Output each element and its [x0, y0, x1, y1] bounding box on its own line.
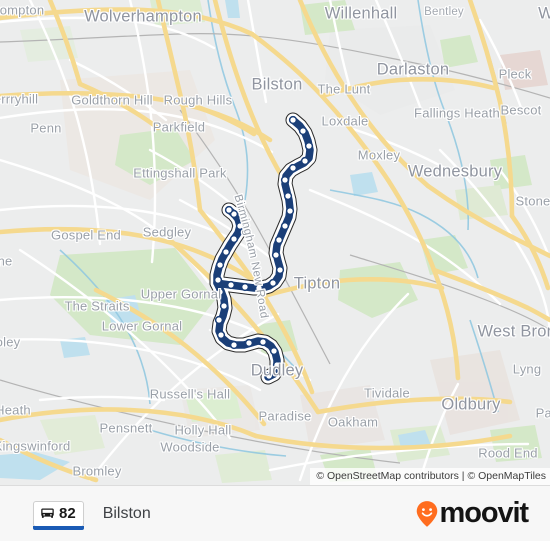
route-stop-marker[interactable]	[274, 235, 284, 245]
route-footer-bar: 82 Bilston moovit	[0, 485, 550, 541]
route-stop-marker[interactable]	[213, 275, 223, 285]
route-stop-marker[interactable]	[214, 315, 224, 325]
route-stop-marker[interactable]	[219, 301, 229, 311]
route-stop-marker[interactable]	[224, 205, 234, 215]
route-number-badge[interactable]: 82	[33, 500, 84, 530]
route-number-text: 82	[59, 505, 76, 522]
route-stop-marker[interactable]	[229, 340, 239, 350]
route-stop-marker[interactable]	[280, 175, 290, 185]
route-stop-marker[interactable]	[300, 156, 310, 166]
route-stop-marker[interactable]	[268, 278, 278, 288]
route-stop-marker[interactable]	[271, 250, 281, 260]
route-stop-marker[interactable]	[258, 337, 268, 347]
route-stop-marker[interactable]	[221, 247, 231, 257]
bus-icon	[41, 508, 54, 518]
route-color-underline	[33, 525, 84, 530]
map-canvas[interactable]: Birmingham New Road ompton Wolverhampton W…	[0, 0, 550, 485]
route-destination-label: Bilston	[102, 504, 151, 522]
route-stop-marker[interactable]	[285, 206, 295, 216]
route-stop-marker[interactable]	[298, 126, 308, 136]
route-stop-marker[interactable]	[272, 360, 282, 370]
route-stop-marker[interactable]	[269, 346, 279, 356]
route-stop-marker[interactable]	[244, 338, 254, 348]
route-stop-marker[interactable]	[283, 191, 293, 201]
map-attribution[interactable]: © OpenStreetMap contributors | © OpenMap…	[310, 468, 550, 485]
route-stop-marker[interactable]	[226, 280, 236, 290]
route-stop-marker[interactable]	[229, 234, 239, 244]
route-stop-marker[interactable]	[215, 260, 225, 270]
route-stop-marker[interactable]	[288, 163, 298, 173]
route-stop-marker[interactable]	[216, 330, 226, 340]
route-stop-marker[interactable]	[280, 221, 290, 231]
route-stop-marker[interactable]	[275, 265, 285, 275]
map-vector-layer: Birmingham New Road	[0, 0, 550, 485]
route-stop-marker[interactable]	[215, 287, 225, 297]
moovit-wordmark: moovit	[439, 497, 530, 529]
route-stop-marker[interactable]	[264, 371, 274, 381]
moovit-logo[interactable]: moovit	[416, 497, 530, 529]
moovit-pin-icon	[416, 500, 437, 527]
route-stop-marker[interactable]	[288, 115, 298, 125]
route-stop-marker[interactable]	[240, 282, 250, 292]
route-stop-marker[interactable]	[304, 141, 314, 151]
moovit-route-map-screen: Birmingham New Road ompton Wolverhampton W…	[0, 0, 550, 541]
